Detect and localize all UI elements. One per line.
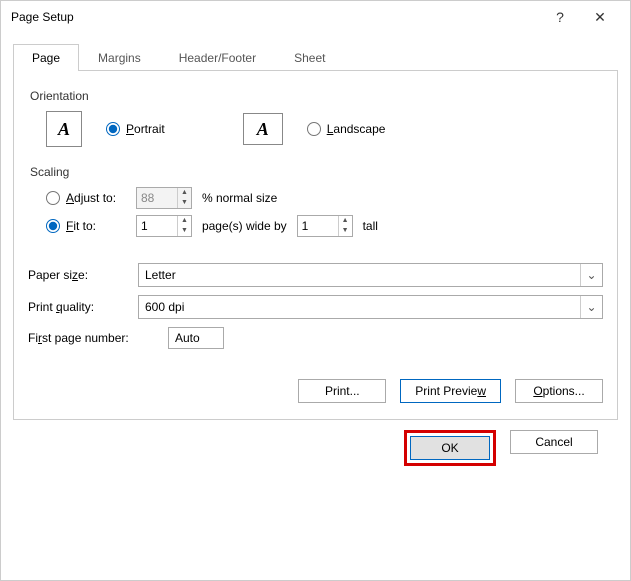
dialog-title: Page Setup [11, 10, 540, 24]
adjust-to-spinner[interactable]: ▲▼ [136, 187, 192, 209]
chevron-down-icon[interactable]: ⌄ [580, 296, 602, 318]
print-button[interactable]: Print... [298, 379, 386, 403]
page-setup-dialog: Page Setup ? ✕ Page Margins Header/Foote… [0, 0, 631, 581]
adjust-to-radio-input[interactable] [46, 191, 60, 205]
tab-margins[interactable]: Margins [79, 44, 160, 71]
spinner-arrows[interactable]: ▲▼ [177, 216, 191, 236]
adjust-to-label: Adjust to: [66, 191, 116, 205]
fit-tall-spinner[interactable]: ▲▼ [297, 215, 353, 237]
portrait-radio[interactable]: Portrait [106, 122, 165, 136]
print-quality-value: 600 dpi [139, 300, 580, 314]
close-button[interactable]: ✕ [580, 9, 620, 26]
help-button[interactable]: ? [540, 9, 580, 25]
spinner-arrows[interactable]: ▲▼ [177, 188, 191, 208]
fit-middle-label: page(s) wide by [202, 219, 287, 233]
print-preview-button[interactable]: Print Preview [400, 379, 501, 403]
fit-to-label: Fit to: [66, 219, 96, 233]
ok-button[interactable]: OK [410, 436, 490, 460]
down-arrow-icon[interactable]: ▼ [339, 226, 352, 236]
portrait-radio-label: Portrait [126, 122, 165, 136]
down-arrow-icon[interactable]: ▼ [178, 198, 191, 208]
print-quality-label: Print quality: [28, 300, 128, 314]
fit-to-radio[interactable]: Fit to: [46, 219, 126, 233]
tab-actions: Print... Print Preview Options... [28, 357, 603, 403]
up-arrow-icon[interactable]: ▲ [339, 216, 352, 226]
up-arrow-icon[interactable]: ▲ [178, 188, 191, 198]
fit-to-row: Fit to: ▲▼ page(s) wide by ▲▼ tall [46, 215, 603, 237]
adjust-suffix: % normal size [202, 191, 277, 205]
chevron-down-icon[interactable]: ⌄ [580, 264, 602, 286]
first-page-row: First page number: [28, 327, 603, 349]
tab-sheet[interactable]: Sheet [275, 44, 344, 71]
dialog-content: Page Margins Header/Footer Sheet Orienta… [1, 33, 630, 580]
adjust-to-row: Adjust to: ▲▼ % normal size [46, 187, 603, 209]
down-arrow-icon[interactable]: ▼ [178, 226, 191, 236]
orientation-label: Orientation [30, 89, 603, 103]
fit-suffix: tall [363, 219, 378, 233]
paper-size-row: Paper size: Letter ⌄ [28, 263, 603, 287]
tabstrip: Page Margins Header/Footer Sheet [13, 43, 618, 71]
tab-page[interactable]: Page [13, 44, 79, 71]
landscape-icon: A [243, 113, 283, 145]
options-button[interactable]: Options... [515, 379, 603, 403]
adjust-to-input[interactable] [137, 188, 177, 208]
ok-highlight: OK [404, 430, 496, 466]
spinner-arrows[interactable]: ▲▼ [338, 216, 352, 236]
landscape-radio-input[interactable] [307, 122, 321, 136]
print-quality-row: Print quality: 600 dpi ⌄ [28, 295, 603, 319]
fit-wide-spinner[interactable]: ▲▼ [136, 215, 192, 237]
portrait-icon: A [46, 111, 82, 147]
dialog-footer: OK Cancel [13, 420, 618, 480]
cancel-button[interactable]: Cancel [510, 430, 598, 454]
fit-tall-input[interactable] [298, 216, 338, 236]
tab-page-body: Orientation A Portrait A Landscape Scali… [13, 71, 618, 420]
landscape-radio-label: Landscape [327, 122, 386, 136]
first-page-input[interactable] [168, 327, 224, 349]
tab-header-footer[interactable]: Header/Footer [160, 44, 275, 71]
first-page-label: First page number: [28, 331, 158, 345]
paper-size-label: Paper size: [28, 268, 128, 282]
titlebar: Page Setup ? ✕ [1, 1, 630, 33]
orientation-row: A Portrait A Landscape [46, 111, 603, 147]
paper-size-select[interactable]: Letter ⌄ [138, 263, 603, 287]
landscape-radio[interactable]: Landscape [307, 122, 386, 136]
portrait-radio-input[interactable] [106, 122, 120, 136]
fit-wide-input[interactable] [137, 216, 177, 236]
fit-to-radio-input[interactable] [46, 219, 60, 233]
up-arrow-icon[interactable]: ▲ [178, 216, 191, 226]
print-quality-select[interactable]: 600 dpi ⌄ [138, 295, 603, 319]
scaling-label: Scaling [30, 165, 603, 179]
adjust-to-radio[interactable]: Adjust to: [46, 191, 126, 205]
paper-size-value: Letter [139, 268, 580, 282]
